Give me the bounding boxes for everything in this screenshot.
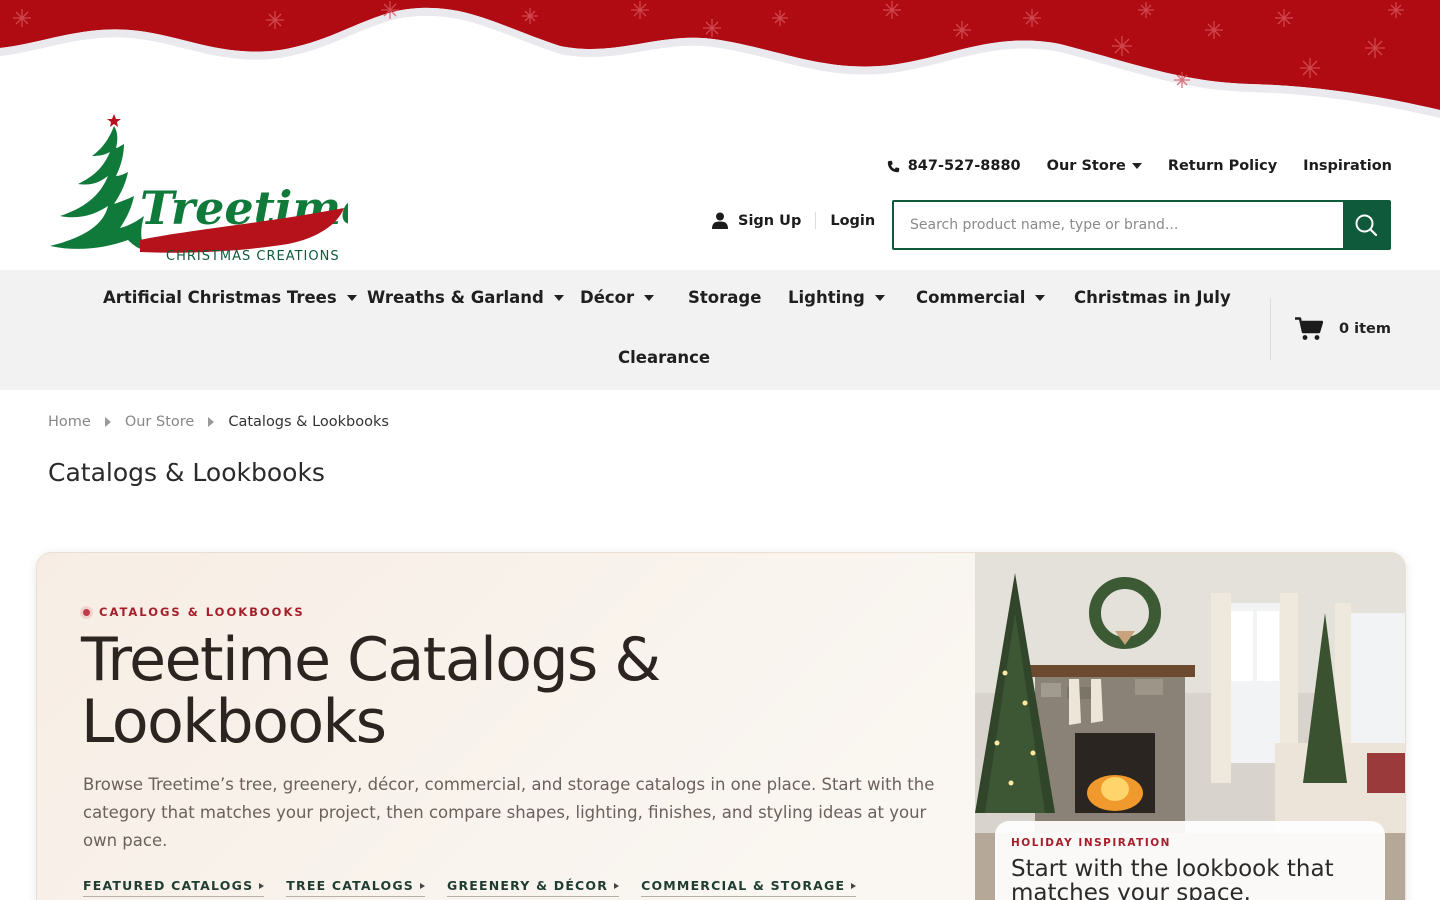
chevron-right-icon <box>104 417 111 427</box>
greenery-decor-link[interactable]: GREENERY & DÉCOR <box>446 878 620 897</box>
link-label: GREENERY & DÉCOR <box>446 878 609 893</box>
chevron-right-icon <box>208 417 215 427</box>
breadcrumb-our-store[interactable]: Our Store <box>125 414 195 430</box>
breadcrumb: Home Our Store Catalogs & Lookbooks <box>48 414 389 430</box>
nav-item-wreaths-garland[interactable]: Wreaths & Garland <box>367 288 564 307</box>
search-button[interactable] <box>1343 202 1389 248</box>
hero-title: Treetime Catalogs & Lookbooks <box>81 625 661 757</box>
chevron-down-icon <box>1035 294 1046 301</box>
tree-catalogs-link[interactable]: TREE CATALOGS <box>286 878 425 897</box>
nav-item-clearance[interactable]: Clearance <box>618 348 710 367</box>
arrow-right-icon <box>614 882 620 889</box>
link-label: FEATURED CATALOGS <box>83 878 254 893</box>
chevron-down-icon <box>1131 163 1142 169</box>
breadcrumb-current: Catalogs & Lookbooks <box>228 414 389 430</box>
nav-item-label: Lighting <box>788 288 865 307</box>
nav-item-christmas-in-july[interactable]: Christmas in July <box>1074 288 1231 307</box>
commercial-storage-link[interactable]: COMMERCIAL & STORAGE <box>641 878 857 897</box>
link-label: TREE CATALOGS <box>286 878 414 893</box>
chevron-down-icon <box>553 294 564 301</box>
hero-card: CATALOGS & LOOKBOOKS Treetime Catalogs &… <box>36 552 1406 900</box>
nav-item-lighting[interactable]: Lighting <box>788 288 885 307</box>
arrow-right-icon <box>851 882 857 889</box>
treetime-logo: Treetime CHRISTMAS CREATIONS <box>50 114 348 264</box>
phone-link[interactable]: 847-527-8880 <box>887 158 1021 174</box>
search-bar <box>892 200 1391 250</box>
nav-menu: Artificial Christmas Trees Wreaths & Gar… <box>0 270 1268 390</box>
hero-quick-links: FEATURED CATALOGS TREE CATALOGS GREENERY… <box>83 878 857 897</box>
nav-item-decor[interactable]: Décor <box>580 288 655 307</box>
user-icon <box>712 212 728 229</box>
inspiration-link[interactable]: Inspiration <box>1303 158 1392 174</box>
nav-item-commercial[interactable]: Commercial <box>916 288 1046 307</box>
page-title: Catalogs & Lookbooks <box>48 458 325 487</box>
inspiration-eyebrow: HOLIDAY INSPIRATION <box>1011 837 1171 849</box>
inspiration-card[interactable]: HOLIDAY INSPIRATION Start with the lookb… <box>995 821 1385 900</box>
account-links: Sign Up Login <box>712 212 875 229</box>
chevron-down-icon <box>644 294 655 301</box>
arrow-right-icon <box>419 882 425 889</box>
cart-label: item <box>1354 321 1392 337</box>
dot-icon <box>83 608 90 616</box>
brand-logo[interactable]: Treetime CHRISTMAS CREATIONS <box>48 112 348 272</box>
nav-item-label: Wreaths & Garland <box>367 288 544 307</box>
chevron-down-icon <box>346 294 357 301</box>
hero-image-panel: HOLIDAY INSPIRATION Start with the lookb… <box>975 553 1405 900</box>
hero-eyebrow: CATALOGS & LOOKBOOKS <box>83 605 305 619</box>
sign-up-label: Sign Up <box>738 212 802 229</box>
shopping-cart-icon <box>1295 317 1323 340</box>
cart-button[interactable]: 0 item <box>1270 298 1440 360</box>
chevron-down-icon <box>874 294 885 301</box>
hero-content: CATALOGS & LOOKBOOKS Treetime Catalogs &… <box>37 553 975 900</box>
phone-icon <box>887 160 899 172</box>
phone-number: 847-527-8880 <box>907 158 1021 174</box>
hero-description: Browse Treetime’s tree, greenery, décor,… <box>83 775 935 850</box>
sign-up-link[interactable]: Sign Up <box>712 212 817 229</box>
our-store-label: Our Store <box>1046 158 1126 174</box>
search-input[interactable] <box>894 202 1343 248</box>
nav-item-label: Décor <box>580 288 635 307</box>
link-label: COMMERCIAL & STORAGE <box>641 878 846 893</box>
nav-item-label: Christmas in July <box>1074 288 1231 307</box>
login-link[interactable]: Login <box>816 213 875 229</box>
utility-nav: 847-527-8880 Our Store Return Policy Ins… <box>887 158 1392 174</box>
hero-eyebrow-label: CATALOGS & LOOKBOOKS <box>99 605 305 619</box>
arrow-right-icon <box>259 882 265 889</box>
main-navigation: Artificial Christmas Trees Wreaths & Gar… <box>0 270 1440 390</box>
nav-item-label: Storage <box>688 288 762 307</box>
featured-catalogs-link[interactable]: FEATURED CATALOGS <box>83 878 265 897</box>
nav-item-label: Clearance <box>618 348 711 367</box>
nav-item-label: Artificial Christmas Trees <box>103 288 337 307</box>
breadcrumb-home[interactable]: Home <box>48 414 91 430</box>
cart-summary: 0 item <box>1339 321 1391 337</box>
return-policy-link[interactable]: Return Policy <box>1168 158 1277 174</box>
logo-tagline: CHRISTMAS CREATIONS <box>166 249 340 264</box>
nav-item-artificial-christmas-trees[interactable]: Artificial Christmas Trees <box>103 288 357 307</box>
search-icon <box>1355 214 1378 237</box>
cart-count: 0 <box>1339 321 1350 337</box>
our-store-dropdown[interactable]: Our Store <box>1047 158 1142 174</box>
inspiration-title: Start with the lookbook that matches you… <box>1011 856 1334 900</box>
nav-item-label: Commercial <box>916 288 1026 307</box>
nav-item-storage[interactable]: Storage <box>688 288 761 307</box>
